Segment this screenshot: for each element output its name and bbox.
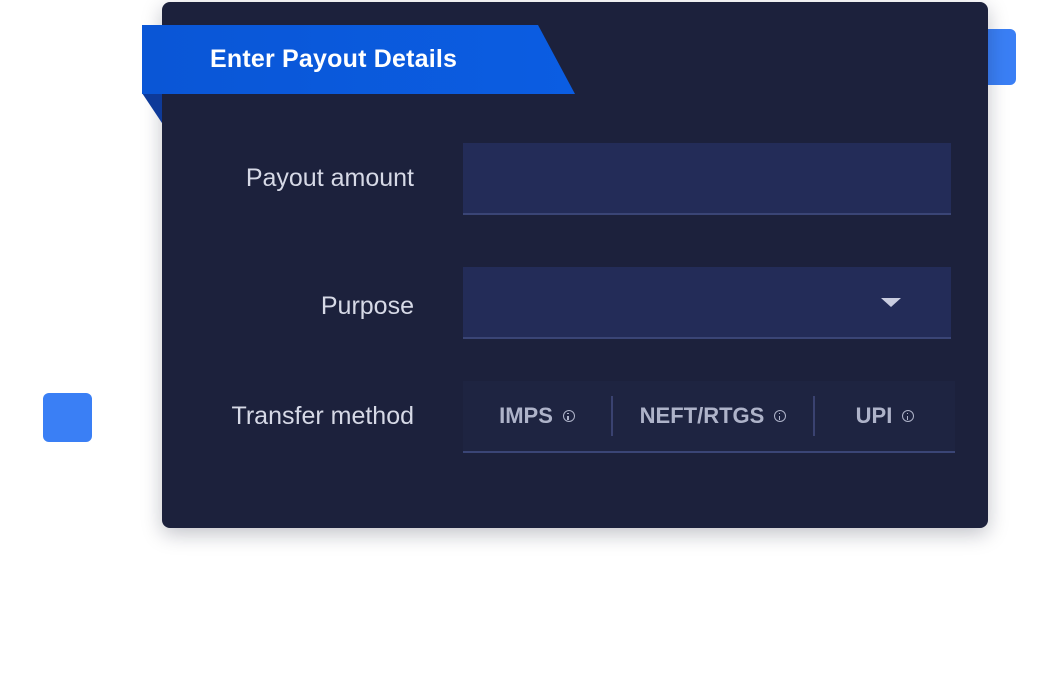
- payout-amount-input[interactable]: [463, 143, 951, 215]
- purpose-label: Purpose: [320, 292, 414, 320]
- info-icon[interactable]: [902, 410, 915, 422]
- transfer-option-label: IMPS: [499, 403, 553, 428]
- ribbon-fold: [142, 93, 162, 123]
- title-ribbon: Enter Payout Details: [142, 25, 575, 94]
- page-stage: Enter Payout Details Payout amount Purpo…: [0, 0, 1060, 700]
- transfer-method-selector: IMPS NEFT/RTGS UPI: [463, 381, 955, 453]
- transfer-option-imps[interactable]: IMPS: [463, 381, 611, 451]
- transfer-option-upi[interactable]: UPI: [815, 381, 955, 451]
- transfer-option-label: UPI: [855, 403, 893, 428]
- transfer-method-label: Transfer method: [231, 402, 414, 430]
- info-icon[interactable]: [562, 410, 575, 422]
- form-title: Enter Payout Details: [210, 45, 458, 73]
- info-icon[interactable]: [774, 410, 787, 422]
- decorative-square-right: [988, 29, 1016, 85]
- transfer-option-neft-rtgs[interactable]: NEFT/RTGS: [613, 381, 813, 451]
- payout-amount-label: Payout amount: [245, 164, 414, 192]
- decorative-square-left: [43, 393, 92, 442]
- purpose-select[interactable]: [463, 267, 951, 339]
- transfer-option-label: NEFT/RTGS: [639, 403, 765, 428]
- chevron-down-icon[interactable]: [881, 297, 901, 307]
